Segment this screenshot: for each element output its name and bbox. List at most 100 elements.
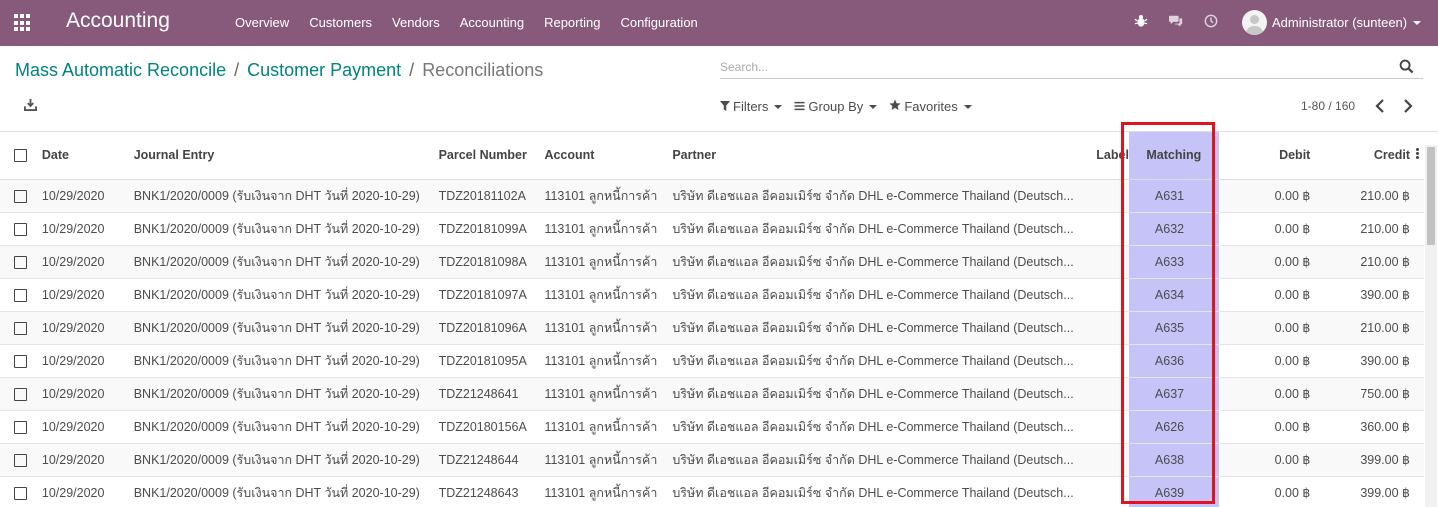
row-checkbox[interactable] bbox=[14, 420, 27, 434]
row-select-cell bbox=[0, 212, 42, 246]
col-account[interactable]: Account bbox=[544, 132, 673, 180]
cell-spacer bbox=[1410, 344, 1424, 378]
cell-label bbox=[1096, 212, 1129, 246]
filters-dropdown[interactable]: Filters bbox=[720, 99, 783, 114]
table-row[interactable]: 10/29/2020 BNK1/2020/0009 (รับเงินจาก DHT… bbox=[0, 311, 1424, 345]
top-navbar: Accounting Overview Customers Vendors Ac… bbox=[0, 0, 1438, 46]
download-icon[interactable] bbox=[24, 98, 38, 112]
table-row[interactable]: 10/29/2020 BNK1/2020/0009 (รับเงินจาก DHT… bbox=[0, 212, 1424, 246]
row-checkbox[interactable] bbox=[14, 255, 27, 269]
row-select-cell bbox=[0, 476, 42, 507]
row-checkbox[interactable] bbox=[14, 354, 27, 368]
cell-matching: A626 bbox=[1128, 410, 1219, 444]
cell-account: 113101 ลูกหนี้การค้า bbox=[544, 278, 673, 312]
table-row[interactable]: 10/29/2020 BNK1/2020/0009 (รับเงินจาก DHT… bbox=[0, 476, 1424, 507]
reconciliation-table: Date Journal Entry Parcel Number Account… bbox=[0, 132, 1424, 507]
user-menu[interactable]: Administrator (sunteen) bbox=[1242, 10, 1422, 35]
row-checkbox[interactable] bbox=[14, 486, 27, 500]
col-label[interactable]: Label bbox=[1096, 132, 1129, 180]
row-checkbox[interactable] bbox=[14, 222, 27, 236]
partner-text: บริษัท ดีเอชแอล อีคอมเมิร์ซ จำกัด DHL e-… bbox=[672, 452, 1074, 467]
group-by-dropdown[interactable]: Group By bbox=[794, 99, 878, 114]
cell-partner: บริษัท ดีเอชแอล อีคอมเมิร์ซ จำกัด DHL e-… bbox=[672, 377, 1097, 411]
partner-text: บริษัท ดีเอชแอล อีคอมเมิร์ซ จำกัด DHL e-… bbox=[672, 485, 1074, 500]
column-options-icon[interactable] bbox=[1410, 132, 1424, 180]
row-checkbox[interactable] bbox=[14, 321, 27, 335]
menu-vendors[interactable]: Vendors bbox=[392, 15, 440, 30]
cell-account: 113101 ลูกหนี้การค้า bbox=[544, 344, 673, 378]
search-icon[interactable] bbox=[1399, 59, 1415, 75]
scrollbar[interactable] bbox=[1425, 145, 1437, 507]
favorites-dropdown[interactable]: Favorites bbox=[889, 99, 972, 114]
search-bar bbox=[720, 57, 1423, 79]
table-row[interactable]: 10/29/2020 BNK1/2020/0009 (รับเงินจาก DHT… bbox=[0, 410, 1424, 444]
cell-parcel-number: TDZ20181095A bbox=[438, 344, 545, 378]
cell-label bbox=[1096, 278, 1129, 312]
table-row[interactable]: 10/29/2020 BNK1/2020/0009 (รับเงินจาก DHT… bbox=[0, 443, 1424, 477]
col-date[interactable]: Date bbox=[41, 132, 134, 180]
cell-journal-entry: BNK1/2020/0009 (รับเงินจาก DHT วันที่ 20… bbox=[133, 443, 439, 477]
cell-account: 113101 ลูกหนี้การค้า bbox=[544, 476, 673, 507]
table-row[interactable]: 10/29/2020 BNK1/2020/0009 (รับเงินจาก DHT… bbox=[0, 278, 1424, 312]
cell-journal-entry: BNK1/2020/0009 (รับเงินจาก DHT วันที่ 20… bbox=[133, 278, 439, 312]
select-all-cell bbox=[0, 132, 42, 180]
cell-credit: 210.00 ฿ bbox=[1310, 245, 1410, 279]
chevron-down-icon bbox=[963, 104, 972, 109]
col-partner[interactable]: Partner bbox=[672, 132, 1097, 180]
pager-value[interactable]: 1-80 / 160 bbox=[1301, 99, 1355, 113]
cell-label bbox=[1096, 311, 1129, 345]
search-input[interactable] bbox=[720, 57, 1400, 77]
cell-matching: A639 bbox=[1128, 476, 1219, 507]
chevron-down-icon bbox=[869, 104, 878, 109]
select-all-checkbox[interactable] bbox=[14, 149, 27, 163]
cell-parcel-number: TDZ20181099A bbox=[438, 212, 545, 246]
col-credit[interactable]: Credit bbox=[1310, 132, 1410, 180]
favorites-label: Favorites bbox=[904, 99, 958, 114]
row-checkbox[interactable] bbox=[14, 288, 27, 302]
menu-overview[interactable]: Overview bbox=[235, 15, 289, 30]
row-checkbox[interactable] bbox=[14, 189, 27, 203]
cell-account: 113101 ลูกหนี้การค้า bbox=[544, 179, 673, 213]
app-brand[interactable]: Accounting bbox=[66, 9, 170, 33]
breadcrumb-separator: / bbox=[234, 60, 240, 80]
filter-icon bbox=[720, 100, 730, 114]
col-matching[interactable]: Matching bbox=[1128, 132, 1219, 180]
row-checkbox[interactable] bbox=[14, 387, 27, 401]
breadcrumb-mass-reconcile[interactable]: Mass Automatic Reconcile bbox=[15, 60, 226, 81]
cell-date: 10/29/2020 bbox=[41, 278, 134, 312]
bug-icon[interactable] bbox=[1134, 14, 1149, 29]
menu-configuration[interactable]: Configuration bbox=[620, 15, 697, 30]
menu-reporting[interactable]: Reporting bbox=[544, 15, 600, 30]
cell-parcel-number: TDZ21248641 bbox=[438, 377, 545, 411]
menu-accounting[interactable]: Accounting bbox=[460, 15, 524, 30]
row-checkbox[interactable] bbox=[14, 453, 27, 467]
table-row[interactable]: 10/29/2020 BNK1/2020/0009 (รับเงินจาก DHT… bbox=[0, 377, 1424, 411]
chevron-left-icon[interactable] bbox=[1374, 97, 1386, 115]
cell-partner: บริษัท ดีเอชแอล อีคอมเมิร์ซ จำกัด DHL e-… bbox=[672, 344, 1097, 378]
partner-text: บริษัท ดีเอชแอล อีคอมเมิร์ซ จำกัด DHL e-… bbox=[672, 287, 1074, 302]
cell-debit: 0.00 ฿ bbox=[1218, 212, 1311, 246]
group-by-label: Group By bbox=[808, 99, 864, 114]
table-row[interactable]: 10/29/2020 BNK1/2020/0009 (รับเงินจาก DHT… bbox=[0, 344, 1424, 378]
cell-credit: 399.00 ฿ bbox=[1310, 476, 1410, 507]
list-view: Date Journal Entry Parcel Number Account… bbox=[0, 131, 1438, 507]
col-parcel-number[interactable]: Parcel Number bbox=[438, 132, 545, 180]
apps-icon[interactable] bbox=[14, 14, 32, 32]
cell-parcel-number: TDZ21248643 bbox=[438, 476, 545, 507]
chevron-right-icon[interactable] bbox=[1402, 97, 1414, 115]
col-debit[interactable]: Debit bbox=[1218, 132, 1311, 180]
cell-matching: A636 bbox=[1128, 344, 1219, 378]
table-row[interactable]: 10/29/2020 BNK1/2020/0009 (รับเงินจาก DHT… bbox=[0, 245, 1424, 279]
breadcrumb-customer-payment[interactable]: Customer Payment bbox=[247, 60, 401, 81]
cell-date: 10/29/2020 bbox=[41, 179, 134, 213]
chat-icon[interactable] bbox=[1169, 14, 1184, 29]
filters-label: Filters bbox=[733, 99, 769, 114]
col-journal-entry[interactable]: Journal Entry bbox=[133, 132, 439, 180]
cell-journal-entry: BNK1/2020/0009 (รับเงินจาก DHT วันที่ 20… bbox=[133, 212, 439, 246]
cell-credit: 360.00 ฿ bbox=[1310, 410, 1410, 444]
clock-icon[interactable] bbox=[1204, 14, 1219, 29]
table-row[interactable]: 10/29/2020 BNK1/2020/0009 (รับเงินจาก DHT… bbox=[0, 179, 1424, 213]
scrollbar-thumb[interactable] bbox=[1427, 147, 1435, 245]
cell-credit: 210.00 ฿ bbox=[1310, 311, 1410, 345]
menu-customers[interactable]: Customers bbox=[309, 15, 372, 30]
